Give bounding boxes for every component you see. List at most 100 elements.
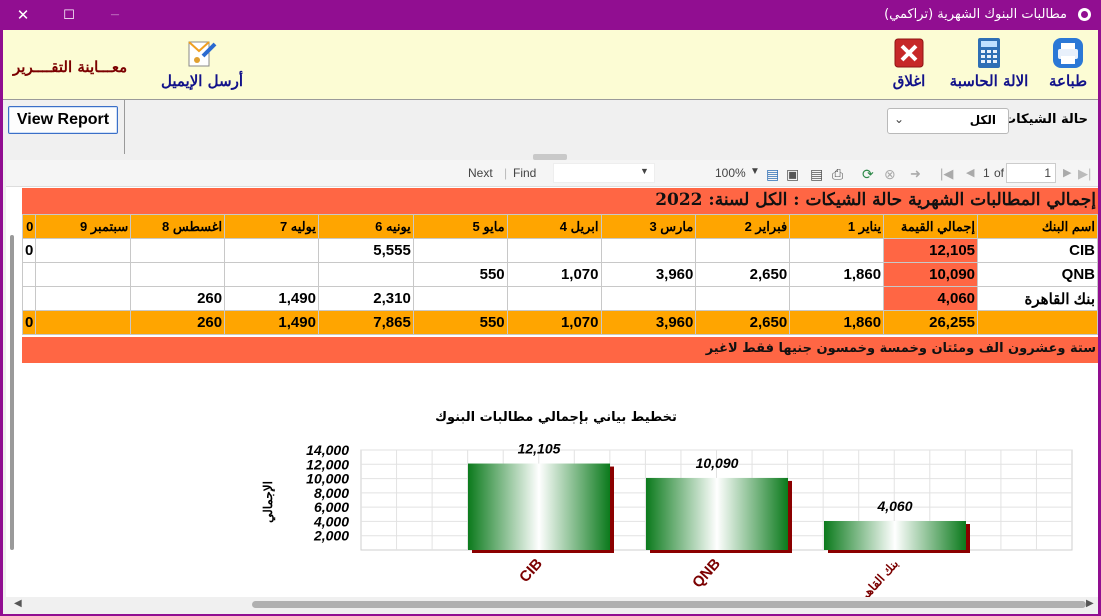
- minimize-window-button[interactable]: —: [92, 0, 138, 30]
- total-cell: 3,960: [600, 310, 697, 335]
- calculator-label: الالة الحاسبة: [949, 72, 1029, 90]
- scroll-left-icon[interactable]: ◀: [14, 598, 22, 609]
- month-cell: 550: [412, 262, 508, 287]
- check-status-label: حالة الشيكات: [1003, 112, 1088, 127]
- column-header: 9 سبتمبر: [35, 214, 132, 239]
- table-row: 550 1,070 3,960 2,650 1,860 10,090 QNB: [21, 262, 1098, 287]
- month-cell: 3,960: [600, 262, 697, 287]
- x-category-label: بنك القاهرة: [853, 557, 902, 597]
- y-tick-label: 6,000: [314, 499, 349, 515]
- refresh-icon[interactable]: ⟳: [862, 166, 874, 183]
- month-cell: [21, 262, 37, 287]
- find-button[interactable]: Find: [513, 166, 536, 180]
- month-cell: [695, 238, 791, 263]
- close-label: اغلاق: [892, 72, 926, 90]
- month-cell: [789, 238, 885, 263]
- bar: [646, 477, 788, 550]
- calculator-button[interactable]: الالة الحاسبة: [946, 36, 1032, 90]
- total-cell: 1,070: [506, 310, 602, 335]
- month-cell: [130, 262, 226, 287]
- maximize-icon: ☐: [63, 7, 75, 23]
- total-cell: 1,860: [789, 310, 885, 335]
- month-cell: [35, 286, 132, 311]
- month-cell: [35, 238, 132, 263]
- check-status-select[interactable]: الكل ⌄: [887, 108, 1009, 134]
- zoom-select[interactable]: 100%: [715, 166, 746, 180]
- maximize-window-button[interactable]: ☐: [46, 0, 92, 30]
- amount-in-words-band: ستة وعشرون الف ومئتان وخمسة وخمسون جنيها…: [22, 337, 1098, 363]
- close-report-button[interactable]: اغلاق: [882, 36, 936, 90]
- app-icon: [1078, 8, 1091, 21]
- table-header-row: 09 سبتمبر 8 اغسطس 7 يوليه 6 يونيه 5 مايو 4 اب…: [21, 214, 1098, 239]
- send-email-button[interactable]: أرسل الإيميل: [161, 36, 243, 90]
- y-tick-label: 10,000: [306, 471, 349, 487]
- scroll-right-icon[interactable]: ▶: [1086, 598, 1094, 609]
- stop-icon[interactable]: ⊗: [884, 166, 896, 183]
- report-title-band: إجمالي المطالبات الشهرية حالة الشيكات : …: [22, 188, 1098, 215]
- find-next-button[interactable]: Next: [468, 166, 493, 180]
- client-area: طباعة الالة الحاسبة اغلاق أرسل الإيميل م…: [3, 30, 1098, 614]
- total-cell: 260: [130, 310, 226, 335]
- column-header: 5 مايو: [412, 214, 508, 239]
- page-number-input[interactable]: 1: [1006, 163, 1056, 183]
- print-layout-icon[interactable]: ▣: [786, 166, 799, 183]
- report-navbar: ▶| ▶ 1 of 1 ◀ |◀ ➜ ⊗ ⟳ ⎙ ▤ ▣ ▤ 100% ▼ ▼ …: [6, 160, 1098, 187]
- bar: [468, 463, 610, 550]
- print-button[interactable]: طباعة: [1044, 36, 1092, 90]
- column-header: إجمالي القيمة: [883, 214, 979, 239]
- export-icon[interactable]: ▤: [766, 166, 779, 183]
- page-setup-icon[interactable]: ▤: [810, 166, 823, 183]
- total-cell: [35, 310, 132, 335]
- row-total-cell: 12,105: [883, 238, 979, 263]
- chart-title: تخطيط بياني بإجمالي مطالبات البنوك: [435, 410, 677, 425]
- month-cell: [695, 286, 791, 311]
- column-header: 8 اغسطس: [130, 214, 226, 239]
- column-header: 7 يوليه: [224, 214, 319, 239]
- close-window-button[interactable]: ✕: [0, 0, 46, 30]
- total-cell: 0: [21, 310, 37, 335]
- print-report-icon[interactable]: ⎙: [832, 166, 843, 183]
- previous-page-icon[interactable]: ◀: [966, 166, 974, 179]
- total-cell: 26,255: [883, 310, 979, 335]
- row-total-cell: 4,060: [883, 286, 979, 311]
- month-cell: [412, 238, 508, 263]
- navbar-separator: |: [504, 166, 508, 180]
- month-cell: 2,650: [695, 262, 791, 287]
- month-cell: [21, 286, 37, 311]
- month-cell: [600, 286, 697, 311]
- page-current: 1: [1044, 166, 1051, 180]
- horizontal-scrollbar[interactable]: ◀ ▶: [6, 597, 1098, 614]
- table-row: 0 5,555 12,105 CIB: [21, 238, 1098, 263]
- month-cell: 5,555: [317, 238, 414, 263]
- horizontal-scroll-thumb[interactable]: [252, 601, 1086, 608]
- month-cell: [506, 238, 602, 263]
- total-cell: 2,650: [695, 310, 791, 335]
- month-cell: [224, 262, 319, 287]
- totals-row: 0 260 1,490 7,865 550 1,070 3,960 2,650 1,860 26,…: [21, 310, 1098, 335]
- bank-name-cell: بنك القاهرة: [977, 286, 1098, 311]
- row-total-cell: 10,090: [883, 262, 979, 287]
- page-total: 1: [983, 166, 990, 180]
- minimize-icon: —: [110, 10, 120, 20]
- email-icon: [185, 36, 219, 70]
- y-tick-label: 12,000: [306, 456, 349, 472]
- month-cell: [789, 286, 885, 311]
- params-divider: [124, 100, 125, 154]
- page-of-label: of: [994, 166, 1005, 180]
- app-window: ✕ ☐ — مطالبات البنوك الشهرية (تراكمي) طب…: [0, 0, 1101, 616]
- month-cell: 1,490: [224, 286, 319, 311]
- report-canvas: إجمالي المطالبات الشهرية حالة الشيكات : …: [6, 187, 1098, 597]
- vertical-scrollbar[interactable]: [10, 235, 14, 550]
- view-report-button[interactable]: View Report: [8, 106, 118, 134]
- next-page-icon[interactable]: ▶: [1063, 166, 1071, 179]
- last-page-icon[interactable]: ▶|: [1078, 166, 1091, 182]
- y-tick-label: 4,000: [313, 513, 349, 529]
- column-header: 0: [21, 214, 37, 239]
- month-cell: 1,070: [506, 262, 602, 287]
- column-header: 2 فبراير: [695, 214, 791, 239]
- month-cell: [317, 262, 414, 287]
- first-page-icon[interactable]: |◀: [940, 166, 953, 182]
- column-header: 1 يناير: [789, 214, 885, 239]
- column-header: 3 مارس: [600, 214, 697, 239]
- back-icon[interactable]: ➜: [910, 166, 921, 182]
